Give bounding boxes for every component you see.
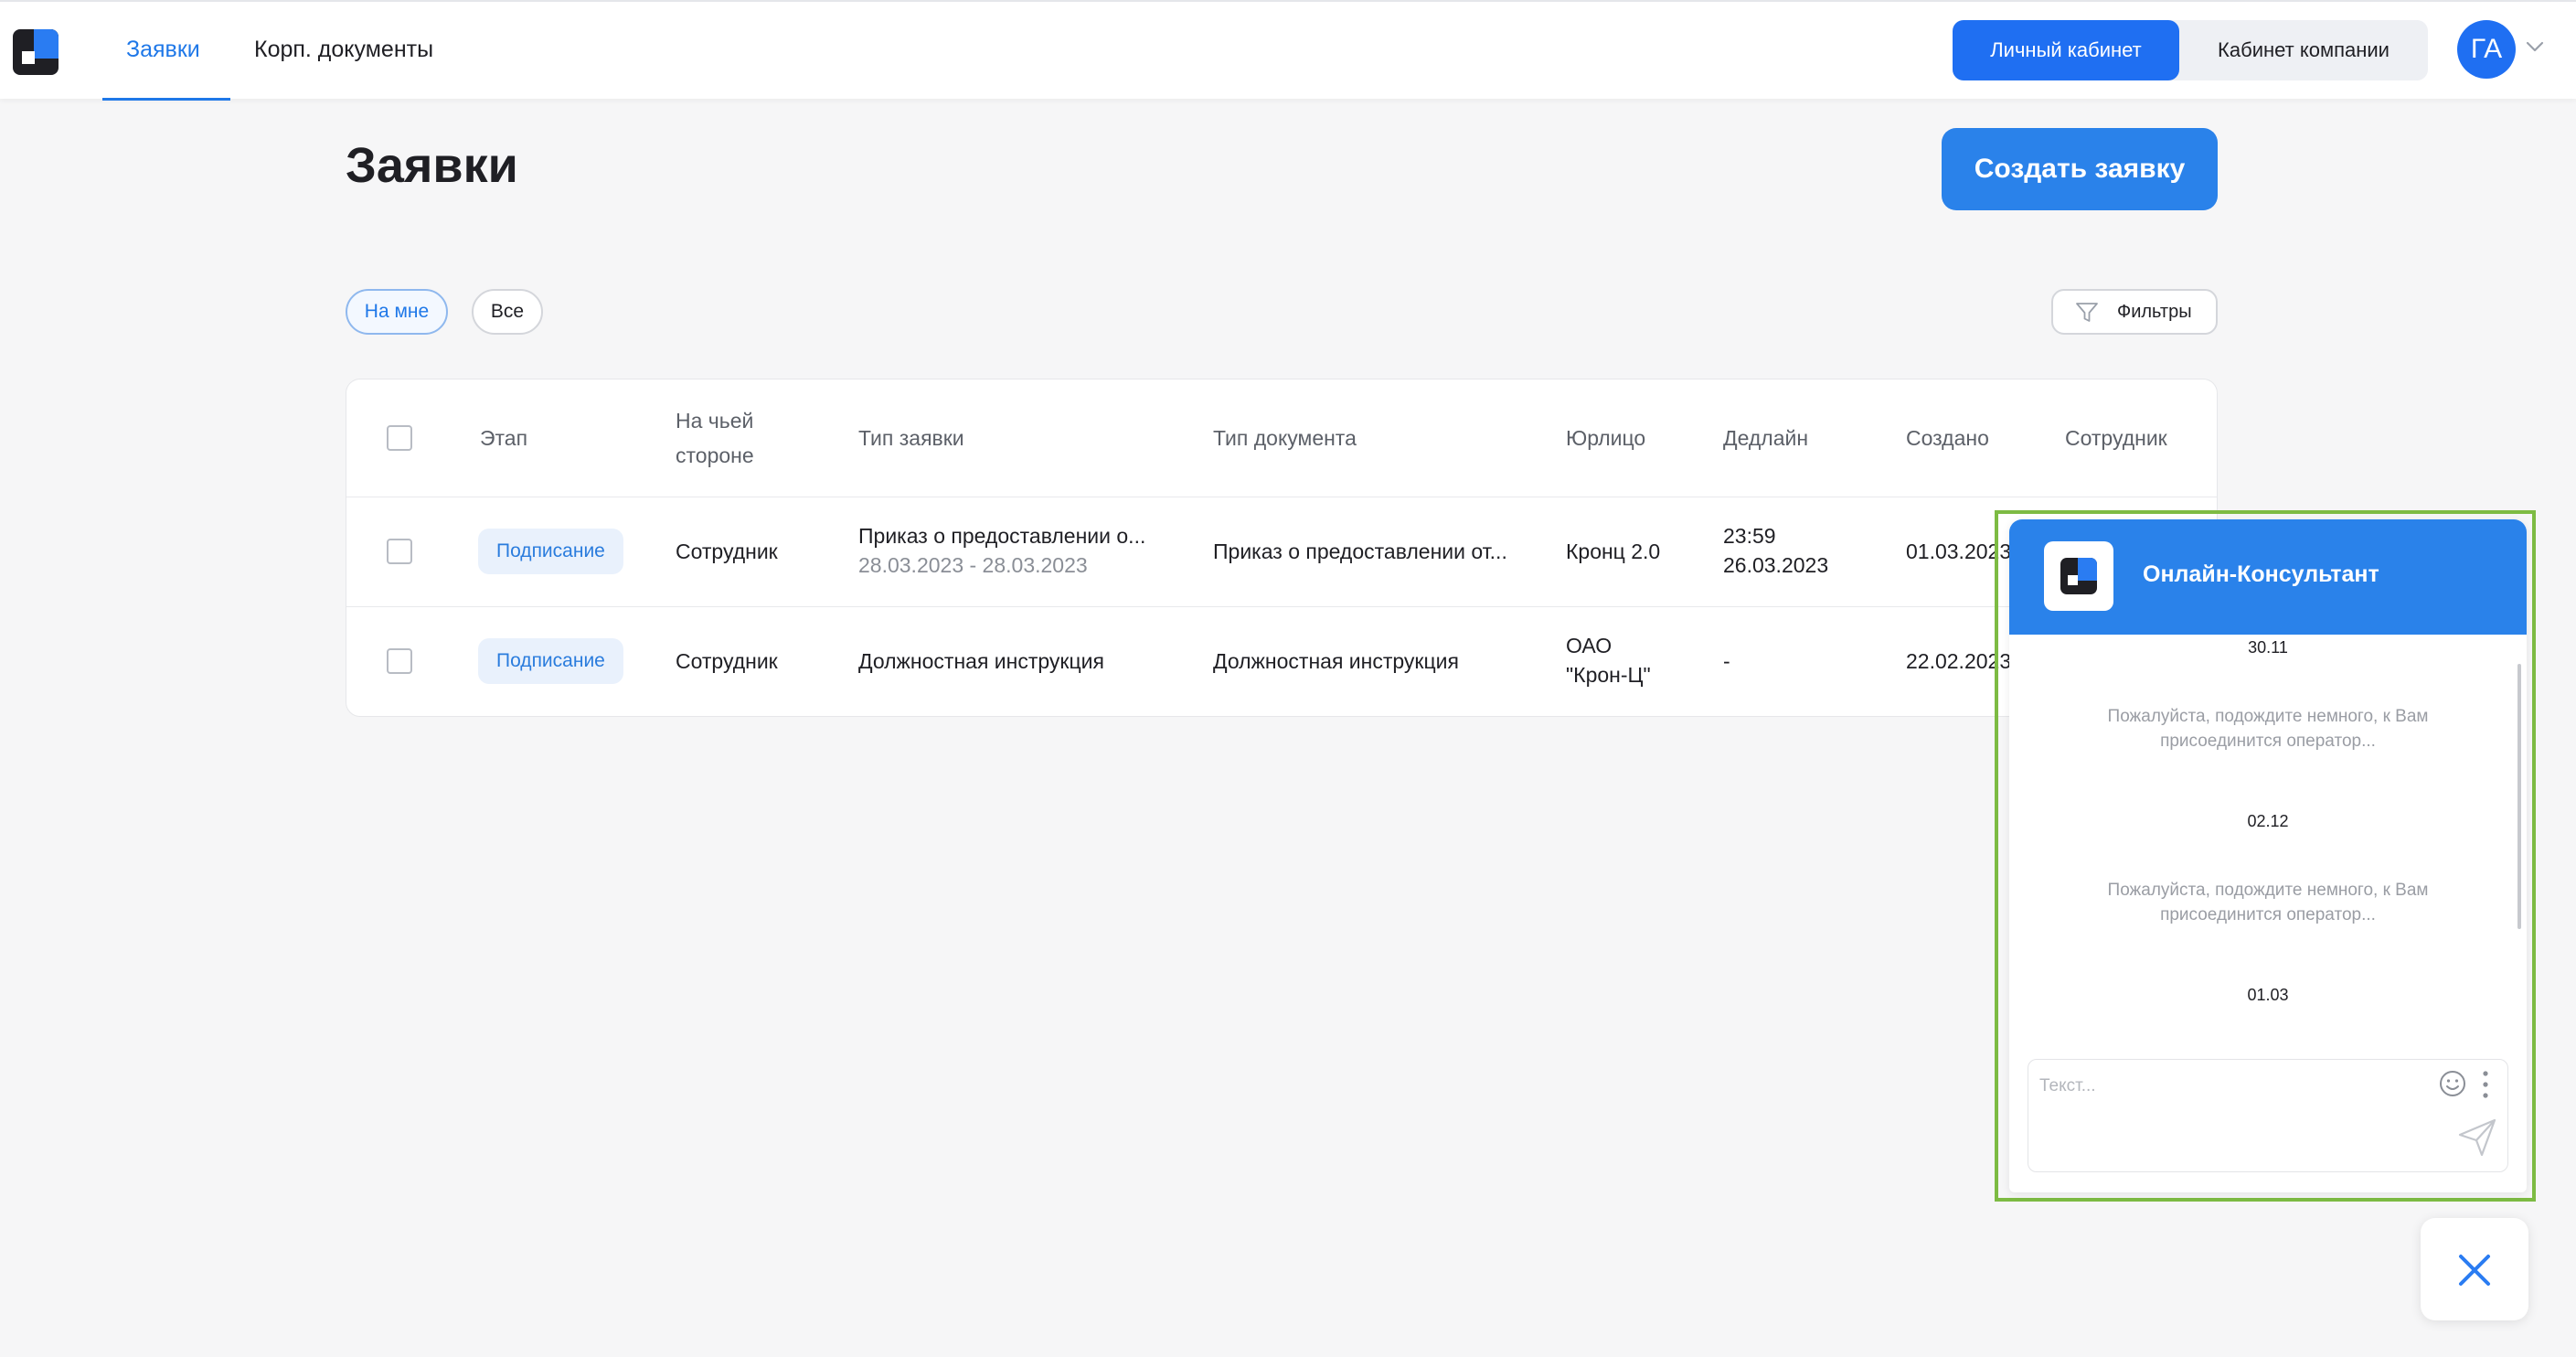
logo-blue-shape	[34, 29, 59, 59]
cabinet-switch: Личный кабинет Кабинет компании	[1953, 20, 2428, 80]
column-header-side-line1[interactable]: На чьей	[676, 403, 753, 438]
app-logo[interactable]	[13, 29, 59, 75]
chat-message-input[interactable]	[2039, 1073, 2423, 1100]
page-title: Заявки	[346, 138, 518, 193]
create-request-button[interactable]: Создать заявку	[1942, 128, 2218, 210]
filter-chip-all[interactable]: Все	[472, 289, 543, 335]
column-header-entity[interactable]: Юрлицо	[1566, 421, 1645, 455]
chat-header: Онлайн-Консультант	[2009, 519, 2527, 635]
user-avatar[interactable]: ГА	[2457, 20, 2516, 79]
send-icon[interactable]	[2456, 1117, 2498, 1159]
cell-doc-type: Должностная инструкция	[1213, 649, 1459, 673]
requests-table: Этап На чьей стороне Тип заявки Тип доку…	[346, 379, 2218, 717]
filters-label: Фильтры	[2117, 302, 2192, 322]
logo-white-shape	[22, 51, 35, 64]
cell-side: Сотрудник	[676, 540, 778, 563]
more-options-icon[interactable]	[2480, 1069, 2491, 1100]
cell-request-type: Приказ о предоставлении о...	[858, 524, 1146, 548]
column-header-request-type[interactable]: Тип заявки	[858, 421, 964, 455]
row-checkbox[interactable]	[387, 648, 412, 674]
cell-deadline: -	[1723, 649, 1730, 673]
message-date: 30.11	[2248, 638, 2288, 657]
personal-cabinet-button[interactable]: Личный кабинет	[1953, 20, 2179, 80]
top-bar: Заявки Корп. документы Личный кабинет Ка…	[0, 0, 2576, 101]
filter-chip-mine[interactable]: На мне	[346, 289, 448, 335]
message-date: 01.03	[2247, 986, 2289, 1004]
cell-request-type: Должностная инструкция	[858, 649, 1104, 673]
chat-input-box[interactable]	[2028, 1059, 2508, 1172]
row-checkbox[interactable]	[387, 539, 412, 564]
emoji-icon[interactable]	[2438, 1069, 2467, 1098]
cell-entity-line2: "Крон-Ц"	[1566, 663, 1651, 687]
row-divider	[346, 606, 2217, 607]
company-cabinet-button[interactable]: Кабинет компании	[2179, 20, 2428, 80]
column-header-doc-type[interactable]: Тип документа	[1213, 421, 1357, 455]
column-header-employee[interactable]: Сотрудник	[2065, 421, 2167, 455]
chat-logo-blue-shape	[2078, 558, 2097, 581]
cell-deadline-date: 26.03.2023	[1723, 553, 1829, 577]
cell-entity-line1: ОАО	[1566, 634, 1613, 657]
cell-entity: Кронц 2.0	[1566, 540, 1661, 563]
tab-requests[interactable]: Заявки	[126, 2, 200, 101]
stage-badge[interactable]: Подписание	[478, 529, 623, 574]
stage-badge[interactable]: Подписание	[478, 638, 623, 684]
chat-logo-white-shape	[2068, 575, 2078, 585]
chevron-down-icon[interactable]	[2525, 37, 2545, 57]
filters-button[interactable]: Фильтры	[2051, 289, 2218, 335]
active-tab-indicator	[102, 98, 230, 101]
chat-title: Онлайн-Консультант	[2143, 561, 2379, 587]
column-header-deadline[interactable]: Дедлайн	[1723, 421, 1808, 455]
online-consultant-chat: Онлайн-Консультант 30.11 Пожалуйста, под…	[2009, 519, 2527, 1192]
chat-close-button[interactable]	[2421, 1218, 2528, 1320]
chat-logo	[2044, 541, 2113, 611]
chat-scrollbar[interactable]	[2517, 664, 2521, 929]
tab-corp-documents[interactable]: Корп. документы	[254, 2, 433, 101]
cell-side: Сотрудник	[676, 649, 778, 673]
filter-funnel-icon	[2076, 303, 2098, 322]
column-header-created[interactable]: Создано	[1906, 421, 1989, 455]
chat-logo-mark	[2060, 558, 2097, 594]
column-header-stage[interactable]: Этап	[480, 421, 527, 455]
cell-request-dates: 28.03.2023 - 28.03.2023	[858, 553, 1088, 577]
message-date: 02.12	[2247, 812, 2289, 830]
cell-deadline-time: 23:59	[1723, 524, 1776, 548]
select-all-checkbox[interactable]	[387, 425, 412, 451]
column-header-side-line2[interactable]: стороне	[676, 438, 754, 473]
system-message: Пожалуйста, подождите немного, к Вам при…	[2107, 881, 2429, 924]
close-icon	[2459, 1255, 2490, 1286]
cell-doc-type: Приказ о предоставлении от...	[1213, 540, 1507, 563]
system-message: Пожалуйста, подождите немного, к Вам при…	[2107, 707, 2429, 751]
chat-messages[interactable]: 30.11 Пожалуйста, подождите немного, к В…	[2009, 635, 2527, 1061]
